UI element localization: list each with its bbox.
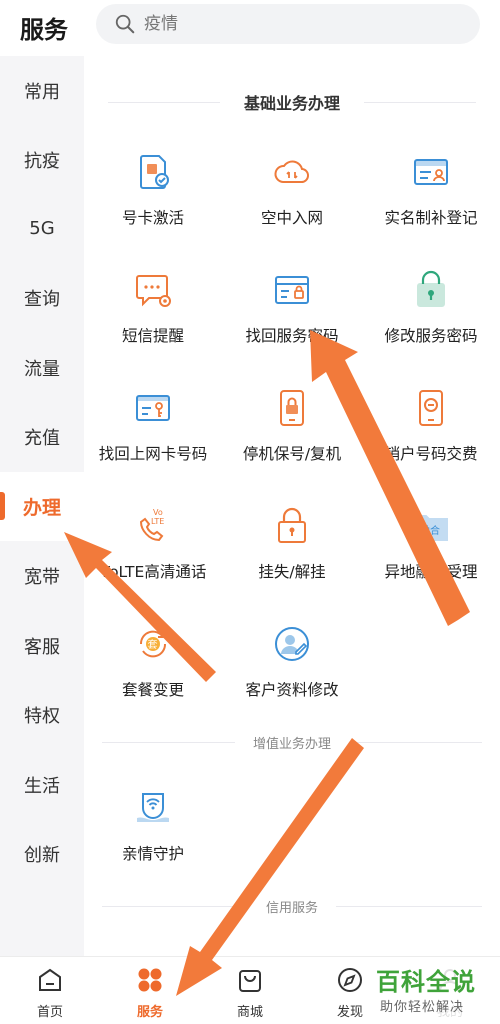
nav-label: 商城 bbox=[236, 1005, 263, 1020]
volte-icon: Vo LTE bbox=[139, 508, 164, 542]
service-volte[interactable]: Vo LTE VoLTE高清通话 bbox=[84, 496, 222, 606]
watermark-title: 百科全说 bbox=[376, 968, 476, 996]
nav-mall[interactable]: 商城 bbox=[200, 965, 300, 1020]
nav-service[interactable]: 服务 bbox=[100, 965, 200, 1020]
section-title-value-added: 增值业务办理 bbox=[84, 733, 500, 752]
divider bbox=[364, 101, 477, 103]
sidebar-item-5g[interactable]: 5G bbox=[0, 194, 84, 263]
sidebar-item-handle[interactable]: 办理 bbox=[0, 472, 84, 541]
folder-icon: 融合 bbox=[414, 515, 448, 541]
sidebar-item-common[interactable]: 常用 bbox=[0, 56, 84, 125]
sim-card-icon bbox=[140, 155, 169, 189]
service-sms-reminder[interactable]: 短信提醒 bbox=[84, 260, 222, 370]
service-label: 异地融合受理 bbox=[384, 563, 478, 581]
section-title-credit: 信用服务 bbox=[84, 897, 500, 916]
home-icon bbox=[39, 968, 61, 991]
header: 服务 bbox=[0, 0, 500, 56]
volte-lte-text: LTE bbox=[151, 517, 164, 526]
section-title-basic: 基础业务办理 bbox=[84, 90, 500, 114]
section-title-text: 基础业务办理 bbox=[244, 94, 341, 113]
service-label: 号卡激活 bbox=[121, 209, 184, 227]
search-icon bbox=[115, 14, 135, 34]
package-change-icon: 套 bbox=[139, 630, 167, 658]
divider bbox=[102, 742, 235, 743]
service-label: 找回服务密码 bbox=[245, 327, 339, 345]
sidebar-item-broadband[interactable]: 宽带 bbox=[0, 541, 84, 610]
search-input[interactable] bbox=[144, 14, 444, 34]
sms-settings-icon bbox=[136, 275, 171, 307]
id-card-icon bbox=[414, 159, 448, 185]
sidebar-item-query[interactable]: 查询 bbox=[0, 263, 84, 332]
service-suspend-resume[interactable]: 停机保号/复机 bbox=[223, 378, 361, 488]
user-edit-icon bbox=[275, 627, 309, 661]
sidebar-item-antiepidemic[interactable]: 抗疫 bbox=[0, 125, 84, 194]
search-bar[interactable] bbox=[96, 4, 480, 44]
nav-label: 首页 bbox=[36, 1005, 63, 1020]
service-realname-register[interactable]: 实名制补登记 bbox=[362, 142, 500, 252]
service-label: 销户号码交费 bbox=[384, 445, 478, 463]
service-label: VoLTE高清通话 bbox=[99, 563, 207, 581]
nav-label: 发现 bbox=[336, 1005, 363, 1020]
service-label: 停机保号/复机 bbox=[242, 445, 342, 463]
section-title-text: 信用服务 bbox=[266, 901, 319, 916]
hand-wifi-icon bbox=[137, 793, 169, 822]
sidebar-item-privilege[interactable]: 特权 bbox=[0, 680, 84, 749]
sidebar-item-data[interactable]: 流量 bbox=[0, 333, 84, 402]
key-card-icon bbox=[136, 395, 170, 421]
service-change-password[interactable]: 修改服务密码 bbox=[362, 260, 500, 370]
sidebar-item-recharge[interactable]: 充值 bbox=[0, 402, 84, 471]
service-family-guard[interactable]: 亲情守护 bbox=[84, 778, 222, 888]
watermark: 百科全说 助你轻松解决 bbox=[372, 962, 492, 1020]
sidebar-item-service[interactable]: 客服 bbox=[0, 611, 84, 680]
service-label: 短信提醒 bbox=[121, 327, 184, 345]
service-label: 客户资料修改 bbox=[245, 681, 339, 699]
compass-icon bbox=[338, 968, 362, 992]
nav-home[interactable]: 首页 bbox=[0, 965, 100, 1020]
phone-lock-icon bbox=[280, 390, 304, 426]
shopping-bag-icon bbox=[239, 970, 261, 992]
service-closed-account-payment[interactable]: 销户号码交费 bbox=[362, 378, 500, 488]
service-grid-icon bbox=[138, 968, 162, 992]
divider bbox=[349, 742, 483, 743]
nav-label: 服务 bbox=[136, 1005, 163, 1020]
service-label: 挂失/解挂 bbox=[258, 563, 326, 581]
service-customer-info[interactable]: 客户资料修改 bbox=[223, 614, 361, 724]
divider bbox=[108, 101, 220, 103]
main-content: 基础业务办理 号卡激活 空中入网 实名制补登记 短信提醒 找回服务密码 修改服务… bbox=[84, 56, 500, 956]
service-report-loss[interactable]: 挂失/解挂 bbox=[223, 496, 361, 606]
service-label: 修改服务密码 bbox=[384, 327, 478, 345]
service-air-network[interactable]: 空中入网 bbox=[223, 142, 361, 252]
service-label: 套餐变更 bbox=[121, 681, 184, 699]
page-title: 服务 bbox=[20, 16, 68, 44]
volte-vo-text: Vo bbox=[153, 508, 163, 517]
padlock-icon bbox=[278, 507, 306, 543]
service-recover-datacard[interactable]: 找回上网卡号码 bbox=[84, 378, 222, 488]
service-label: 亲情守护 bbox=[121, 845, 184, 863]
sidebar-item-life[interactable]: 生活 bbox=[0, 750, 84, 819]
service-recover-password[interactable]: 找回服务密码 bbox=[223, 260, 361, 370]
sidebar: 常用 抗疫 5G 查询 流量 充值 办理 宽带 客服 特权 生活 创新 bbox=[0, 56, 84, 956]
package-tag-text: 套 bbox=[148, 638, 158, 651]
password-card-icon bbox=[275, 276, 309, 304]
watermark-subtitle: 助你轻松解决 bbox=[380, 1000, 465, 1015]
service-label: 空中入网 bbox=[260, 209, 323, 227]
service-label: 实名制补登记 bbox=[384, 209, 478, 227]
divider bbox=[336, 906, 483, 907]
section-title-text: 增值业务办理 bbox=[253, 737, 332, 752]
service-package-change[interactable]: 套 套餐变更 bbox=[84, 614, 222, 724]
service-label: 找回上网卡号码 bbox=[98, 445, 208, 463]
phone-minus-icon bbox=[419, 390, 443, 426]
lock-icon bbox=[417, 270, 445, 307]
service-remote-fusion[interactable]: 融合 异地融合受理 bbox=[362, 496, 500, 606]
folder-tag-text: 融合 bbox=[420, 524, 440, 537]
service-sim-activation[interactable]: 号卡激活 bbox=[84, 142, 222, 252]
sidebar-item-innovation[interactable]: 创新 bbox=[0, 819, 84, 888]
cloud-icon bbox=[274, 160, 309, 183]
divider bbox=[102, 906, 248, 907]
